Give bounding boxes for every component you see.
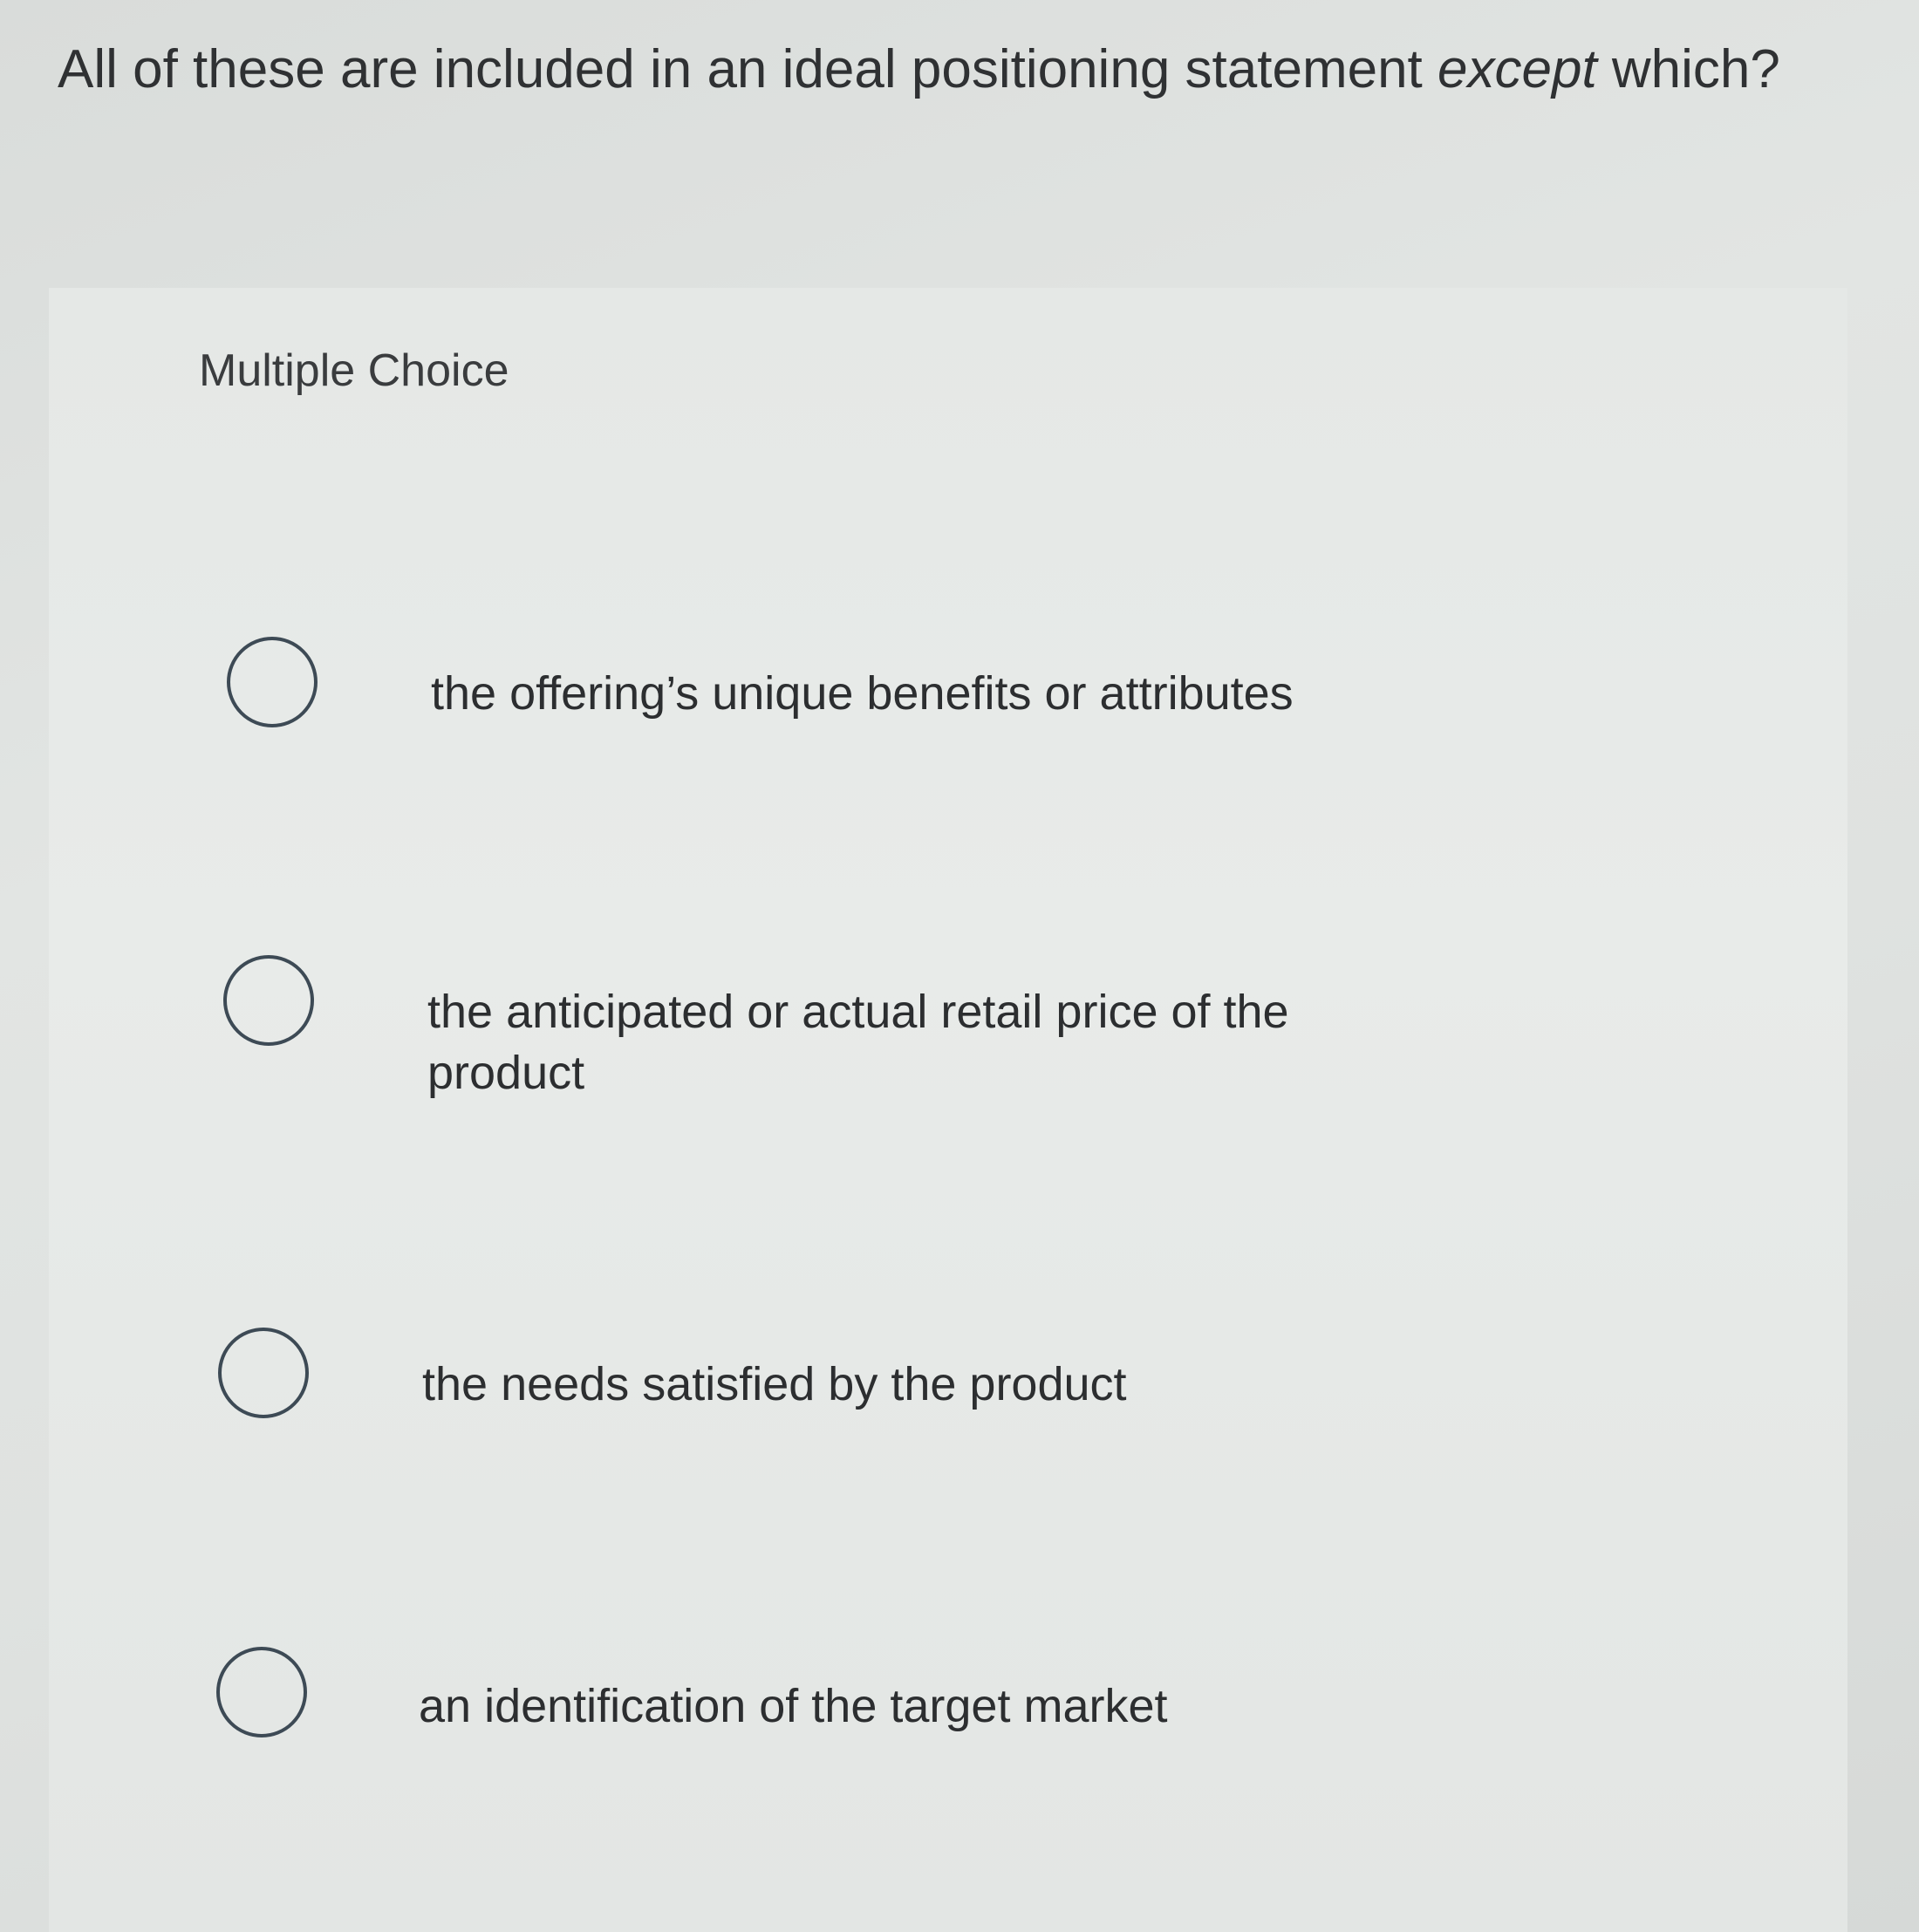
- multiple-choice-label: Multiple Choice: [199, 345, 509, 396]
- option-label: the offering’s unique benefits or attrib…: [431, 667, 1294, 720]
- radio-button-icon[interactable]: [218, 1328, 309, 1418]
- question-emphasis: except: [1438, 39, 1597, 99]
- option-label: an identification of the target market: [419, 1680, 1168, 1732]
- question-text-start: All of these are included in an ideal po…: [58, 39, 1438, 99]
- radio-button-icon[interactable]: [223, 955, 314, 1046]
- radio-button-icon[interactable]: [216, 1647, 307, 1737]
- question-text: All of these are included in an ideal po…: [58, 33, 1780, 106]
- radio-button-icon[interactable]: [227, 637, 318, 727]
- option-label: the needs satisfied by the product: [422, 1358, 1127, 1410]
- option-label: the anticipated or actual retail price o…: [427, 986, 1289, 1099]
- question-text-end: which?: [1596, 39, 1780, 99]
